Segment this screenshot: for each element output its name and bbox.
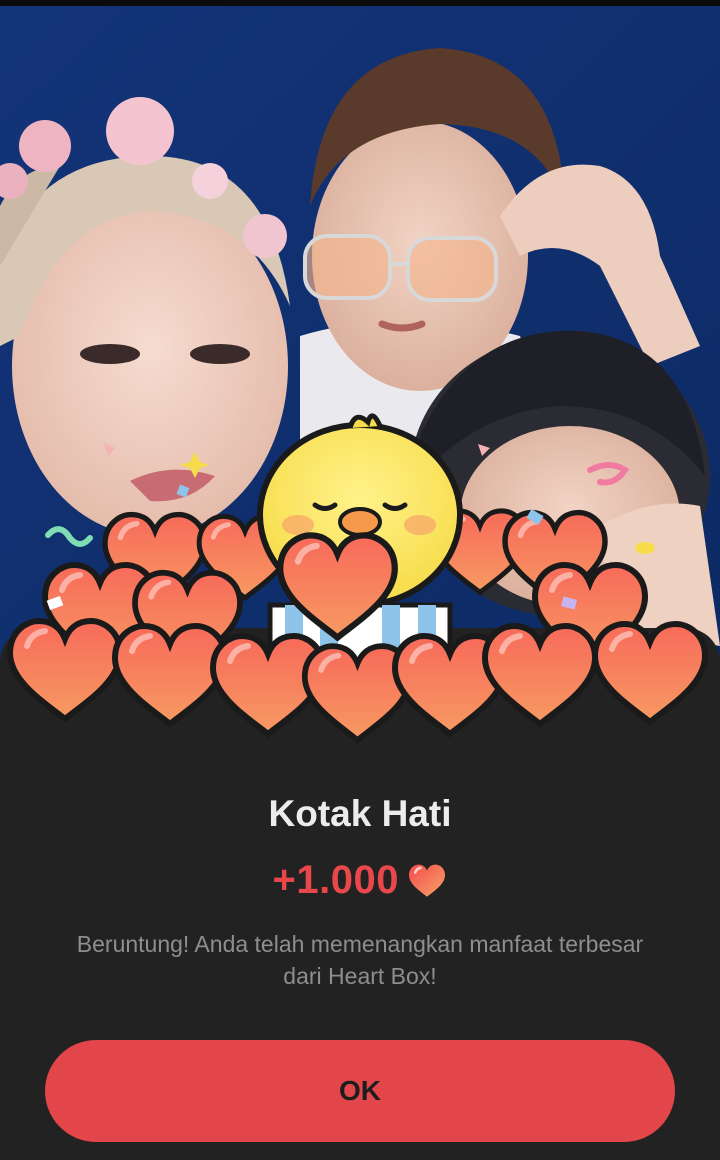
heart-icon [115,626,225,724]
app-screen: Kotak Hati +1.000 Beruntung! Anda telah … [0,0,720,1160]
heart-box-illustration [0,413,720,760]
dialog-title: Kotak Hati [268,793,452,834]
heart-icon [409,864,446,897]
heart-icon [10,621,120,719]
heart-icon [485,626,595,724]
reward-message: Beruntung! Anda telah memenangkan manfaa… [76,931,644,989]
ok-button[interactable]: OK [45,1040,675,1142]
reward-amount: +1.000 [272,858,399,902]
reward-amount-row: +1.000 [0,858,720,903]
heart-icon [595,624,705,722]
